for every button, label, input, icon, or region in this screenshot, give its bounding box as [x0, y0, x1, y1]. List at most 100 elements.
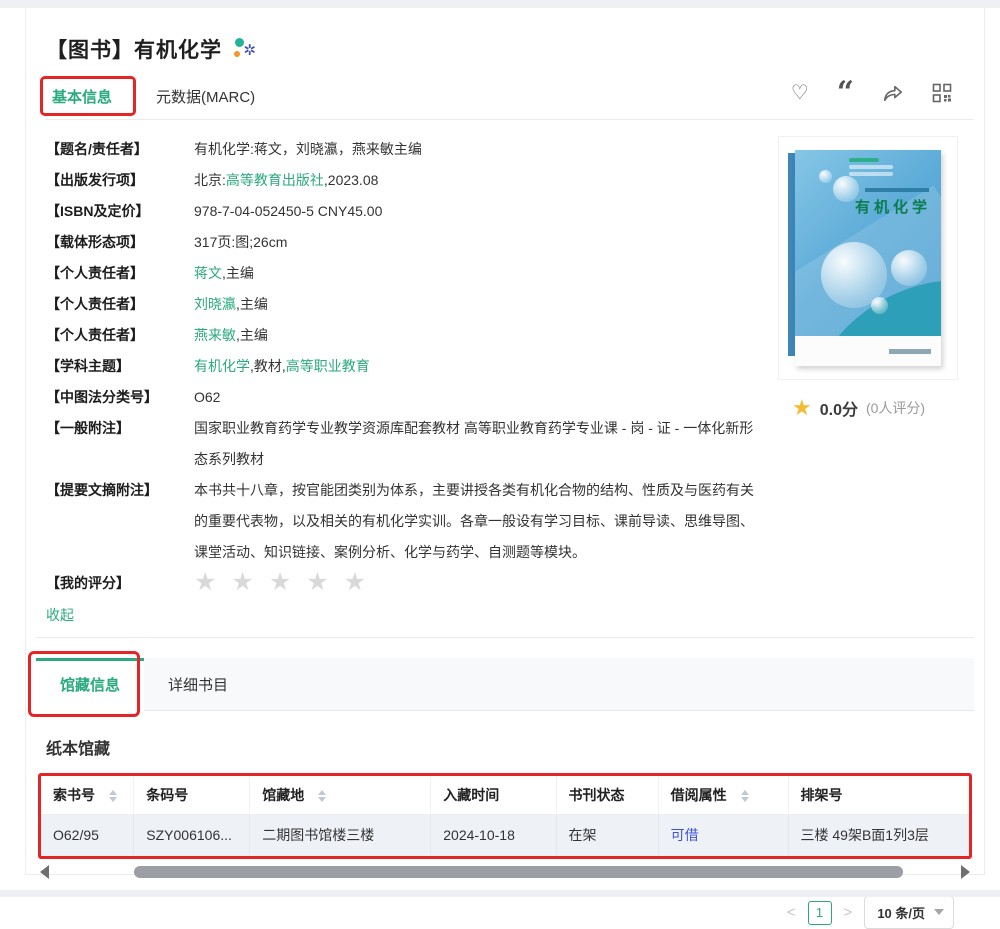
holdings-table: 索书号条码号 馆藏地 入藏时间 书刊状态 借阅属性排架号 O62/95 SZY006106…	[41, 776, 969, 856]
detail-value: 本书共十八章，按官能团类别为体系，主要讲授各类有机化合物的结构、性质及与医药有关…	[194, 475, 760, 568]
tab-basic-info[interactable]: 基本信息	[52, 86, 112, 107]
detail-text: 北京:	[194, 172, 226, 188]
detail-row: 【题名/责任者】有机化学:蒋文，刘晓瀛，燕来敏主编	[46, 134, 760, 165]
rating-score: 0.0分	[820, 396, 858, 420]
heart-icon[interactable]: ♡	[791, 80, 809, 105]
cell-text: 2024-10-18	[443, 827, 515, 843]
detail-row: 【个人责任者】刘晓瀛,主编	[46, 289, 760, 320]
detail-row: 【个人责任者】燕来敏,主编	[46, 320, 760, 351]
table-row: O62/95 SZY006106... 二期图书馆楼三楼 2024-10-18 在架可借…	[41, 814, 969, 856]
detail-link[interactable]: 刘晓瀛	[194, 296, 236, 312]
book-cover: 有机化学	[778, 136, 958, 380]
detail-row: 【一般附注】国家职业教育药学专业教学资源库配套教材 高等职业教育药学专业课 - …	[46, 413, 760, 475]
detail-text: ,主编	[236, 327, 268, 343]
page-size-value: 10 条/页	[877, 906, 925, 921]
detail-value: ★★★★★	[194, 568, 760, 601]
detail-text: 有机化学:蒋文，刘晓瀛，燕来敏主编	[194, 141, 422, 157]
column-header: 入藏时间	[431, 776, 556, 814]
sort-icon[interactable]	[109, 790, 117, 802]
detail-link[interactable]: 高等职业教育	[286, 358, 370, 374]
scroll-right-arrow-icon[interactable]	[961, 865, 970, 879]
book-front: 有机化学	[795, 150, 941, 366]
page-title: 【图书】有机化学	[46, 34, 222, 64]
table-header-row: 索书号条码号 馆藏地 入藏时间 书刊状态 借阅属性排架号	[41, 776, 969, 814]
detail-label: 【我的评分】	[46, 568, 194, 601]
detail-link[interactable]: 蒋文	[194, 265, 222, 281]
scrollbar-track[interactable]	[53, 866, 957, 878]
detail-label: 【ISBN及定价】	[46, 196, 194, 227]
cover-title: 有机化学	[855, 196, 931, 217]
scrollbar-thumb[interactable]	[134, 866, 902, 878]
action-icon-group: ♡ “	[791, 80, 952, 105]
detail-label: 【个人责任者】	[46, 320, 194, 351]
qrcode-icon[interactable]	[932, 83, 952, 103]
collapse-link[interactable]: 收起	[46, 605, 74, 625]
star-icon: ★	[792, 398, 812, 418]
book-detail-page: 【图书】有机化学 ✲ 基本信息 元数据(MARC) ♡ “	[25, 8, 985, 875]
column-header: 条码号	[134, 776, 250, 814]
table-body: O62/95 SZY006106... 二期图书馆楼三楼 2024-10-18 在架可借…	[41, 814, 969, 856]
table-cell: 可借	[658, 814, 788, 856]
tab-holdings-info[interactable]: 馆藏信息	[36, 658, 144, 711]
detail-text: ,2023.08	[324, 172, 379, 188]
quote-icon[interactable]: “	[837, 85, 854, 101]
detail-link[interactable]: 有机化学	[194, 358, 250, 374]
borrowable-link[interactable]: 可借	[671, 827, 699, 843]
tab-marc-metadata[interactable]: 元数据(MARC)	[156, 86, 255, 107]
sort-icon[interactable]	[741, 790, 749, 802]
column-header: 借阅属性	[658, 776, 788, 814]
detail-text: 本书共十八章，按官能团类别为体系，主要讲授各类有机化合物的结构、性质及与医药有关…	[194, 482, 754, 560]
share-icon[interactable]	[882, 83, 904, 103]
column-header: 馆藏地	[250, 776, 431, 814]
column-header-label: 书刊状态	[569, 787, 625, 803]
column-header-label: 馆藏地	[262, 787, 304, 803]
column-header-label: 条码号	[146, 787, 188, 803]
table-cell: 三楼 49架B面1列3层	[788, 814, 969, 856]
chevron-down-icon	[934, 909, 944, 915]
column-header: 排架号	[788, 776, 969, 814]
detail-row: 【提要文摘附注】本书共十八章，按官能团类别为体系，主要讲授各类有机化合物的结构、…	[46, 475, 760, 568]
detail-text: 978-7-04-052450-5 CNY45.00	[194, 203, 382, 219]
my-rating-stars[interactable]: ★★★★★	[194, 568, 381, 596]
cover-bottom-strip	[795, 336, 941, 366]
scroll-left-arrow-icon[interactable]	[40, 865, 49, 879]
sort-icon[interactable]	[318, 790, 326, 802]
section-divider	[36, 637, 974, 638]
detail-row: 【学科主题】有机化学,教材,高等职业教育	[46, 351, 760, 382]
detail-row: 【我的评分】★★★★★	[46, 568, 760, 601]
table-cell: 在架	[556, 814, 658, 856]
detail-label: 【出版发行项】	[46, 165, 194, 196]
detail-value: 燕来敏,主编	[194, 320, 760, 351]
detail-row: 【载体形态项】317页:图;26cm	[46, 227, 760, 258]
detail-text: ,主编	[236, 296, 268, 312]
cell-text: 三楼 49架B面1列3层	[801, 827, 929, 843]
detail-row: 【ISBN及定价】978-7-04-052450-5 CNY45.00	[46, 196, 760, 227]
cell-text: 二期图书馆楼三楼	[262, 827, 374, 843]
detail-label: 【个人责任者】	[46, 289, 194, 320]
next-page-button[interactable]: >	[844, 904, 853, 921]
column-header: 索书号	[41, 776, 134, 814]
column-header: 书刊状态	[556, 776, 658, 814]
page-size-select[interactable]: 10 条/页	[864, 896, 954, 929]
cell-text: O62/95	[53, 827, 99, 843]
page-number-button[interactable]: 1	[808, 901, 832, 925]
page-top-strip	[0, 0, 1000, 8]
annotation-box-table: 索书号条码号 馆藏地 入藏时间 书刊状态 借阅属性排架号 O62/95 SZY006106…	[38, 773, 972, 859]
detail-text: 国家职业教育药学专业教学资源库配套教材 高等职业教育药学专业课 - 岗 - 证 …	[194, 420, 753, 467]
detail-link[interactable]: 燕来敏	[194, 327, 236, 343]
paper-holdings-title: 纸本馆藏	[46, 735, 974, 759]
detail-value: 有机化学,教材,高等职业教育	[194, 351, 760, 382]
detail-value: 蒋文,主编	[194, 258, 760, 289]
prev-page-button[interactable]: <	[787, 904, 796, 921]
detail-link[interactable]: 高等教育出版社	[226, 172, 324, 188]
detail-text: ,教材,	[250, 358, 286, 374]
table-cell: SZY006106...	[134, 814, 250, 856]
column-header-label: 入藏时间	[443, 787, 499, 803]
detail-value: 978-7-04-052450-5 CNY45.00	[194, 196, 760, 227]
detail-label: 【题名/责任者】	[46, 134, 194, 165]
rating-summary: ★ 0.0分 (0人评分)	[792, 396, 974, 420]
tab-detailed-bibliography[interactable]: 详细书目	[144, 658, 252, 710]
detail-label: 【提要文摘附注】	[46, 475, 194, 568]
detail-label: 【个人责任者】	[46, 258, 194, 289]
detail-row: 【中图法分类号】O62	[46, 382, 760, 413]
